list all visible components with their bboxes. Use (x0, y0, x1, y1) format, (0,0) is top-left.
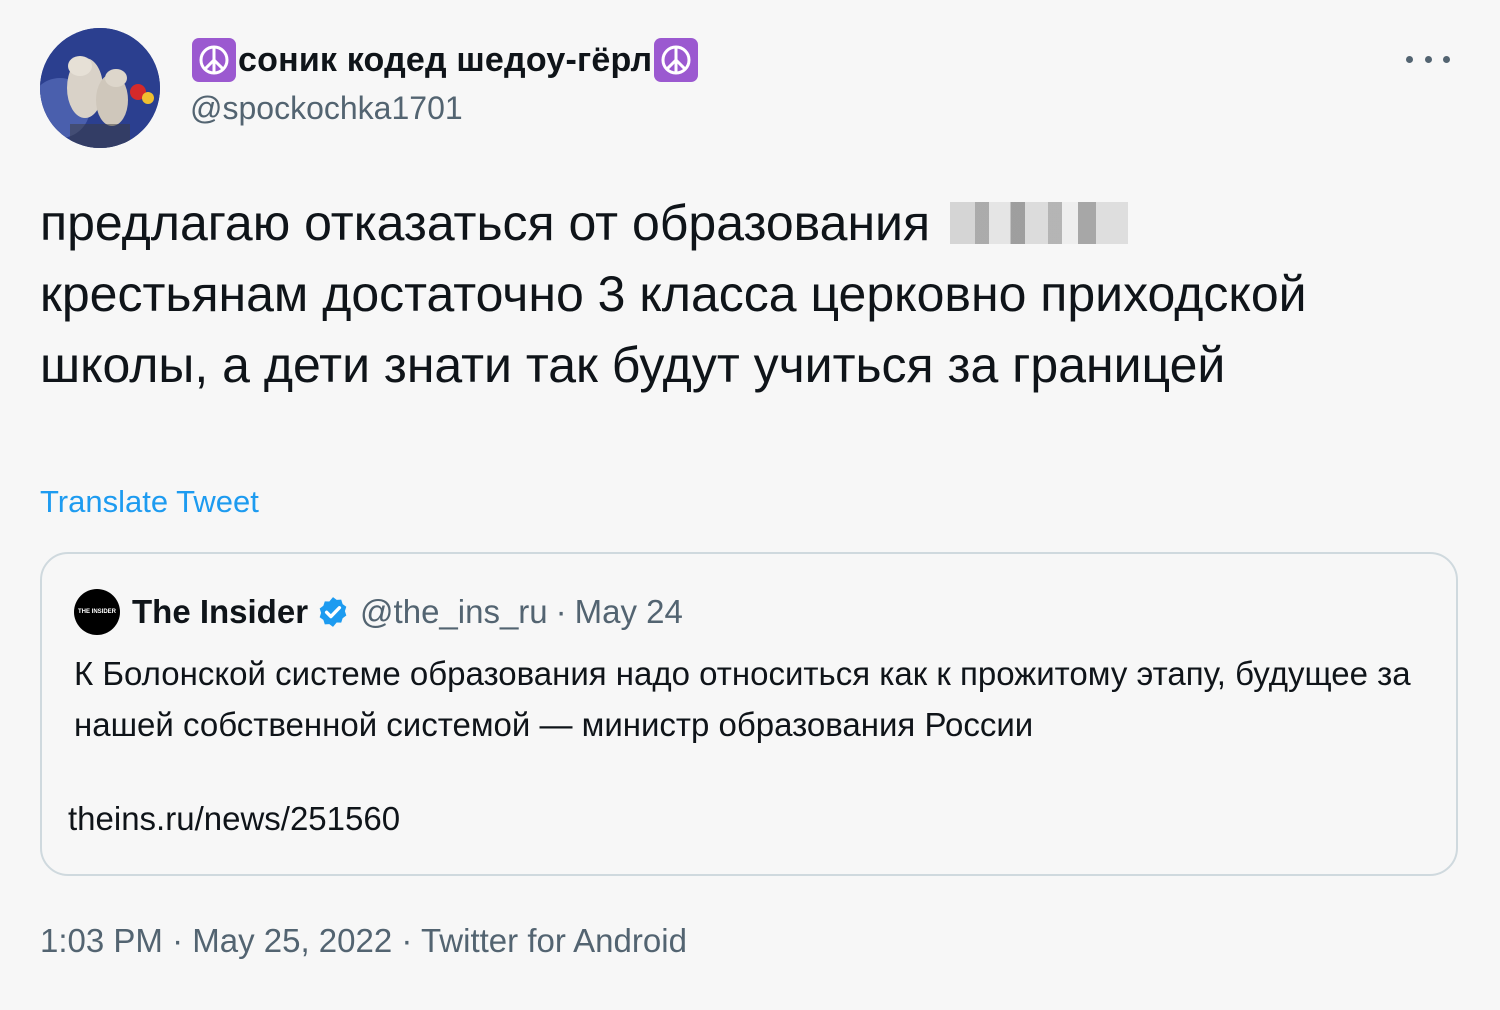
separator: · (555, 593, 567, 630)
dot (1424, 55, 1432, 63)
author-handle[interactable]: @spockochka1701 (190, 90, 463, 127)
quoted-author-name[interactable]: The Insider (132, 593, 308, 631)
quoted-author-avatar[interactable]: THE INSIDER (74, 589, 120, 635)
verified-badge-icon (319, 597, 347, 627)
tweet-text: предлагаю отказаться от образования крес… (40, 188, 1460, 401)
tweet-date[interactable]: May 25, 2022 (192, 922, 392, 959)
dot (1443, 55, 1450, 63)
censored-word (949, 202, 1128, 244)
tweet-text-line1: предлагаю отказаться от образования (40, 195, 931, 251)
author-name-text: соник кодед шедоу-гёрл (238, 40, 653, 79)
author-avatar[interactable] (40, 28, 160, 148)
quoted-tweet-link[interactable]: theins.ru/news/251560 (68, 800, 400, 838)
more-options-icon[interactable] (1406, 44, 1450, 74)
quoted-tweet-text: К Болонской системе образования надо отн… (74, 655, 1411, 743)
quoted-tweet-date[interactable]: May 24 (575, 593, 683, 631)
author-display-name[interactable]: соник кодед шедоу-гёрл (190, 36, 700, 84)
quoted-tweet[interactable]: THE INSIDER The Insider @the_ins_ru · Ma… (40, 552, 1458, 876)
quoted-author-handle[interactable]: @the_ins_ru (360, 593, 548, 631)
tweet-source[interactable]: Twitter for Android (421, 922, 687, 959)
separator: · (401, 922, 413, 959)
peace-icon (654, 38, 699, 82)
peace-icon (192, 38, 236, 82)
quoted-tweet-header: THE INSIDER The Insider @the_ins_ru · Ma… (74, 589, 683, 635)
avatar-image (40, 28, 160, 148)
tweet-card: соник кодед шедоу-гёрл @spockochka1701 п… (0, 0, 1500, 1010)
tweet-time[interactable]: 1:03 PM (40, 922, 163, 959)
dot (1406, 55, 1413, 63)
translate-tweet-link[interactable]: Translate Tweet (40, 484, 259, 520)
separator: · (172, 922, 184, 959)
tweet-text-rest: крестьянам достаточно 3 класса церковно … (40, 266, 1307, 393)
tweet-timestamp: 1:03 PM · May 25, 2022 · Twitter for And… (40, 922, 687, 960)
